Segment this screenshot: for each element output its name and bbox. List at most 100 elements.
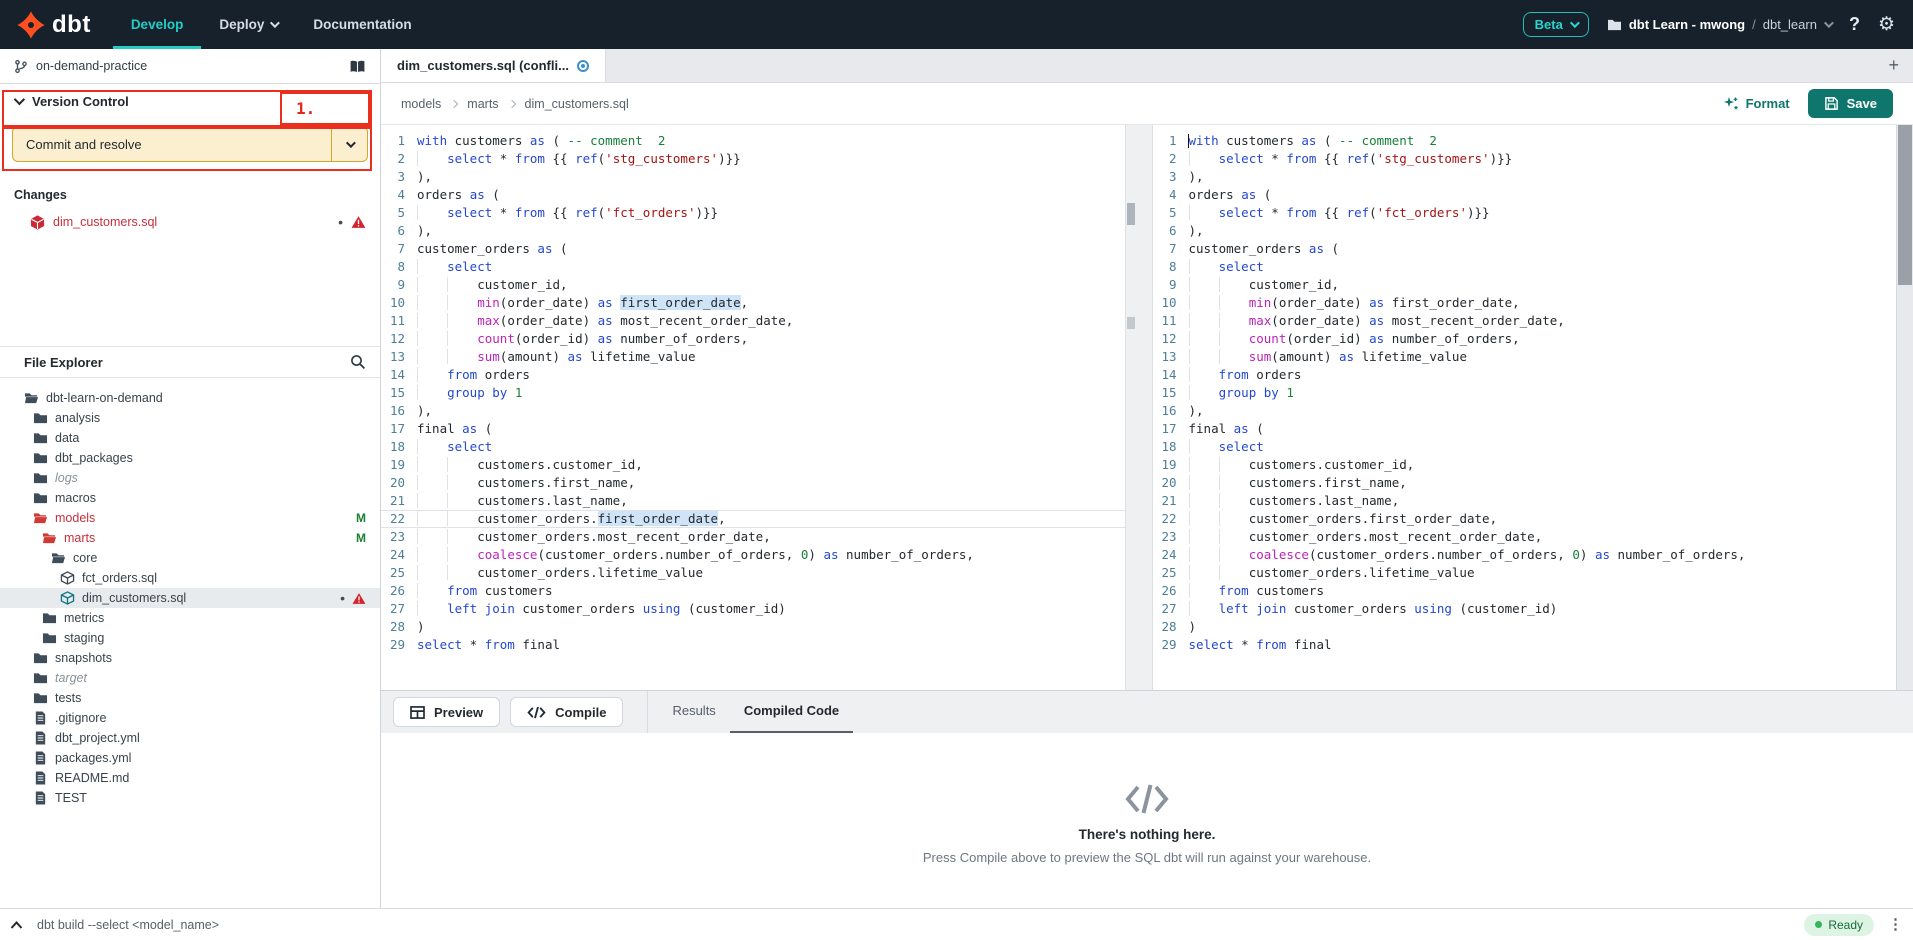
- code-line[interactable]: 6),: [381, 222, 1125, 240]
- beta-dropdown[interactable]: Beta: [1523, 12, 1589, 37]
- code-line[interactable]: 23 customer_orders.most_recent_order_dat…: [381, 528, 1125, 546]
- tree-item-dbt-project-yml[interactable]: dbt_project.yml: [0, 728, 380, 748]
- code-line[interactable]: 7customer_orders as (: [1153, 240, 1897, 258]
- code-line[interactable]: 7customer_orders as (: [381, 240, 1125, 258]
- code-line[interactable]: 15 group by 1: [1153, 384, 1897, 402]
- code-line[interactable]: 11 max(order_date) as most_recent_order_…: [381, 312, 1125, 330]
- tree-item-tests[interactable]: tests: [0, 688, 380, 708]
- code-line[interactable]: 22 customer_orders.first_order_date,: [1153, 510, 1897, 528]
- tree-item-marts[interactable]: martsM: [0, 528, 380, 548]
- editor-tab-dim-customers[interactable]: dim_customers.sql (confli...: [381, 49, 606, 82]
- code-line[interactable]: 13 sum(amount) as lifetime_value: [1153, 348, 1897, 366]
- code-line[interactable]: 25 customer_orders.lifetime_value: [1153, 564, 1897, 582]
- tree-item-dim-customers-sql[interactable]: dim_customers.sql•: [0, 588, 380, 608]
- tree-item-metrics[interactable]: metrics: [0, 608, 380, 628]
- code-line[interactable]: 29select * from final: [1153, 636, 1897, 654]
- code-line[interactable]: 4orders as (: [381, 186, 1125, 204]
- code-line[interactable]: 15 group by 1: [381, 384, 1125, 402]
- code-line[interactable]: 28): [381, 618, 1125, 636]
- code-line[interactable]: 20 customers.first_name,: [381, 474, 1125, 492]
- code-line[interactable]: 24 coalesce(customer_orders.number_of_or…: [1153, 546, 1897, 564]
- left-pane-scrollbar-thumb[interactable]: [1127, 203, 1135, 225]
- code-line[interactable]: 25 customer_orders.lifetime_value: [381, 564, 1125, 582]
- code-line[interactable]: 19 customers.customer_id,: [381, 456, 1125, 474]
- editor-scrollbar[interactable]: [1896, 125, 1913, 690]
- tree-item-target[interactable]: target: [0, 668, 380, 688]
- code-line[interactable]: 8 select: [381, 258, 1125, 276]
- code-line[interactable]: 21 customers.last_name,: [1153, 492, 1897, 510]
- tree-item-analysis[interactable]: analysis: [0, 408, 380, 428]
- help-button[interactable]: ?: [1849, 14, 1860, 35]
- editor-scrollbar-thumb[interactable]: [1898, 125, 1912, 285]
- docs-book-icon[interactable]: [349, 59, 366, 74]
- code-line[interactable]: 6),: [1153, 222, 1897, 240]
- code-line[interactable]: 12 count(order_id) as number_of_orders,: [381, 330, 1125, 348]
- tree-item-models[interactable]: modelsM: [0, 508, 380, 528]
- panel-tab-compiled-code[interactable]: Compiled Code: [730, 691, 853, 734]
- settings-gear-icon[interactable]: ⚙: [1878, 13, 1895, 36]
- nav-item-deploy[interactable]: Deploy: [201, 0, 295, 49]
- project-selector[interactable]: dbt Learn - mwong / dbt_learn: [1607, 17, 1831, 32]
- nav-item-develop[interactable]: Develop: [113, 0, 202, 49]
- nav-item-documentation[interactable]: Documentation: [295, 0, 429, 49]
- tree-item-core[interactable]: core: [0, 548, 380, 568]
- code-line[interactable]: 14 from orders: [1153, 366, 1897, 384]
- search-icon[interactable]: [350, 354, 366, 370]
- editor-split-gutter[interactable]: [1125, 125, 1153, 690]
- code-line[interactable]: 16),: [381, 402, 1125, 420]
- commit-button-label[interactable]: Commit and resolve: [13, 127, 331, 161]
- code-line[interactable]: 28): [1153, 618, 1897, 636]
- breadcrumb-item[interactable]: dim_customers.sql: [525, 97, 629, 111]
- code-line[interactable]: 5 select * from {{ ref('fct_orders')}}: [381, 204, 1125, 222]
- save-button[interactable]: Save: [1808, 89, 1893, 118]
- code-line[interactable]: 1with customers as ( -- comment 2: [381, 132, 1125, 150]
- code-line[interactable]: 2 select * from {{ ref('stg_customers')}…: [381, 150, 1125, 168]
- code-line[interactable]: 14 from orders: [381, 366, 1125, 384]
- tree-item-staging[interactable]: staging: [0, 628, 380, 648]
- code-line[interactable]: 4orders as (: [1153, 186, 1897, 204]
- command-input[interactable]: dbt build --select <model_name>: [37, 918, 1790, 932]
- code-line[interactable]: 17final as (: [1153, 420, 1897, 438]
- code-line[interactable]: 27 left join customer_orders using (cust…: [1153, 600, 1897, 618]
- code-line[interactable]: 29select * from final: [381, 636, 1125, 654]
- code-line[interactable]: 16),: [1153, 402, 1897, 420]
- commit-options-caret[interactable]: [331, 127, 367, 161]
- tree-item-packages-yml[interactable]: packages.yml: [0, 748, 380, 768]
- code-line[interactable]: 3),: [381, 168, 1125, 186]
- code-line[interactable]: 21 customers.last_name,: [381, 492, 1125, 510]
- code-line[interactable]: 12 count(order_id) as number_of_orders,: [1153, 330, 1897, 348]
- tree-item-test[interactable]: TEST: [0, 788, 380, 808]
- git-branch-row[interactable]: on-demand-practice: [0, 49, 380, 84]
- panel-tab-results[interactable]: Results: [658, 691, 729, 734]
- format-button[interactable]: Format: [1723, 96, 1790, 112]
- code-line[interactable]: 11 max(order_date) as most_recent_order_…: [1153, 312, 1897, 330]
- kebab-menu-icon[interactable]: ⋮: [1888, 917, 1903, 932]
- compile-button[interactable]: Compile: [510, 697, 623, 727]
- code-line[interactable]: 18 select: [1153, 438, 1897, 456]
- code-line[interactable]: 5 select * from {{ ref('fct_orders')}}: [1153, 204, 1897, 222]
- preview-button[interactable]: Preview: [393, 697, 500, 727]
- code-line[interactable]: 27 left join customer_orders using (cust…: [381, 600, 1125, 618]
- code-line[interactable]: 19 customers.customer_id,: [1153, 456, 1897, 474]
- chevron-up-icon[interactable]: [10, 920, 23, 930]
- unsaved-changes-icon[interactable]: [577, 60, 589, 72]
- code-line[interactable]: 9 customer_id,: [1153, 276, 1897, 294]
- code-line[interactable]: 18 select: [381, 438, 1125, 456]
- tree-item-fct-orders-sql[interactable]: fct_orders.sql: [0, 568, 380, 588]
- code-line[interactable]: 22 customer_orders.first_order_date,: [381, 510, 1125, 528]
- breadcrumb-item[interactable]: models: [401, 97, 441, 111]
- code-line[interactable]: 24 coalesce(customer_orders.number_of_or…: [381, 546, 1125, 564]
- code-line[interactable]: 26 from customers: [1153, 582, 1897, 600]
- code-line[interactable]: 8 select: [1153, 258, 1897, 276]
- new-tab-button[interactable]: +: [1874, 55, 1913, 76]
- editor-pane-left[interactable]: 1with customers as ( -- comment 22 selec…: [381, 125, 1125, 690]
- code-line[interactable]: 26 from customers: [381, 582, 1125, 600]
- tree-item--gitignore[interactable]: .gitignore: [0, 708, 380, 728]
- tree-item-snapshots[interactable]: snapshots: [0, 648, 380, 668]
- code-line[interactable]: 10 min(order_date) as first_order_date,: [1153, 294, 1897, 312]
- editor-pane-right[interactable]: 1with customers as ( -- comment 22 selec…: [1153, 125, 1897, 690]
- changed-file-dim-customers[interactable]: dim_customers.sql •: [0, 210, 380, 234]
- file-explorer-header[interactable]: File Explorer: [0, 346, 380, 378]
- breadcrumb-item[interactable]: marts: [467, 97, 498, 111]
- code-line[interactable]: 13 sum(amount) as lifetime_value: [381, 348, 1125, 366]
